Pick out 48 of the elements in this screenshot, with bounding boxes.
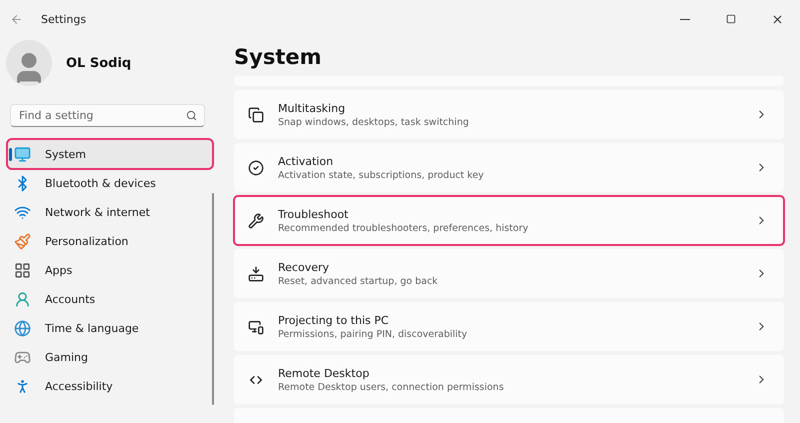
apps-grid-icon (14, 262, 31, 278)
nav-item[interactable]: Apps (8, 256, 212, 284)
screens-icon (248, 318, 264, 334)
settings-card[interactable]: Activation Activation state, subscriptions, product key (234, 143, 784, 192)
settings-card[interactable]: Troubleshoot Recommended troubleshooters, preferences, history (234, 196, 784, 245)
profile-name: OL Sodiq (66, 56, 132, 70)
card-subtitle: Snap windows, desktops, task switching (278, 116, 470, 128)
settings-card[interactable]: Multitasking Snap windows, desktops, task switching (234, 90, 784, 139)
windows-stack-icon (248, 106, 264, 122)
maximize-icon (726, 14, 736, 24)
nav-item[interactable]: Bluetooth & devices (8, 169, 212, 197)
card-subtitle: Activation state, subscriptions, product key (278, 170, 485, 180)
search-icon (186, 110, 197, 121)
card-subtitle: Reset, advanced startup, go back (278, 276, 439, 286)
card-title: Activation (278, 154, 334, 168)
search-field[interactable]: Find a setting (10, 104, 205, 127)
minimize-icon (680, 18, 690, 20)
drive-icon (248, 266, 264, 282)
avatar (6, 40, 52, 86)
card-title: Remote Desktop (278, 366, 370, 380)
back-icon[interactable] (10, 12, 23, 26)
paintbrush-icon (14, 232, 31, 250)
settings-card[interactable]: Recovery Reset, advanced startup, go back (234, 249, 784, 298)
scrollbar[interactable] (212, 193, 214, 405)
card-title: Troubleshoot (278, 208, 350, 220)
window-title: Settings (41, 12, 86, 26)
card-title: Projecting to this PC (278, 314, 390, 326)
card-subtitle: Permissions, pairing PIN, discoverability (278, 328, 468, 340)
close-icon (770, 12, 784, 26)
check-circle-icon (248, 160, 264, 176)
settings-card[interactable]: Remote Desktop Remote Desktop users, connection permissions (234, 355, 784, 404)
nav-item[interactable]: Personalization (8, 227, 212, 255)
nav-item[interactable]: Network & internet (8, 198, 212, 226)
nav-item[interactable]: Gaming (8, 343, 212, 371)
nav-item[interactable]: Accessibility (8, 372, 212, 400)
card-title: Recovery (278, 260, 330, 274)
nav-item[interactable]: System (8, 140, 212, 168)
card-subtitle: Recommended troubleshooters, preferences, history (278, 222, 530, 234)
page-title: System (234, 44, 322, 71)
person-icon (14, 290, 31, 308)
nav-item[interactable]: Accounts (8, 285, 212, 313)
monitor-icon (14, 146, 31, 162)
globe-icon (14, 320, 31, 336)
wrench-icon (248, 212, 264, 228)
settings-card[interactable]: Projecting to this PC Permissions, pairing PIN, discoverability (234, 302, 784, 351)
card-subtitle: Remote Desktop users, connection permissions (278, 382, 505, 392)
nav-item[interactable]: Time & language (8, 314, 212, 342)
card-title: Multitasking (278, 102, 346, 114)
